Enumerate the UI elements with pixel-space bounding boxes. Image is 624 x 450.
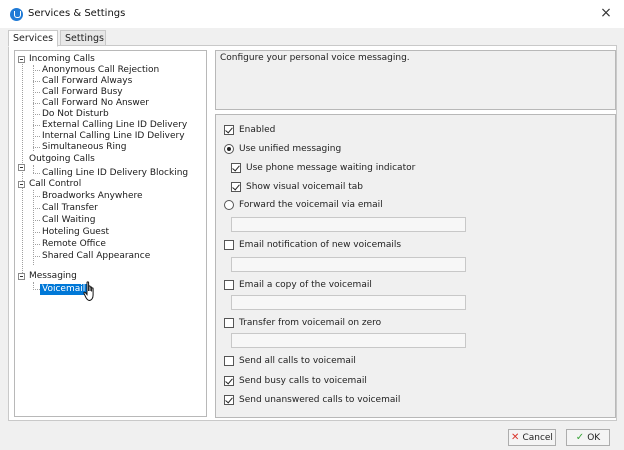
forward-email-input[interactable]: [231, 217, 466, 232]
email-notification-checkbox[interactable]: [224, 240, 234, 250]
hand-cursor-icon: [83, 281, 94, 301]
checkbox-label: Send unanswered calls to voicemail: [239, 395, 401, 405]
tree-item-incoming-calls[interactable]: Incoming Calls: [29, 54, 95, 65]
visual-tab-checkbox-row[interactable]: Show visual voicemail tab: [231, 181, 363, 193]
transfer-zero-checkbox-row[interactable]: Transfer from voicemail on zero: [224, 317, 381, 329]
checkbox-label: Use phone message waiting indicator: [246, 163, 416, 173]
waiting-indicator-checkbox-row[interactable]: Use phone message waiting indicator: [231, 162, 415, 174]
enabled-checkbox-row[interactable]: Enabled: [224, 124, 275, 136]
collapse-icon[interactable]: [18, 56, 25, 63]
checkbox-label: Show visual voicemail tab: [246, 182, 363, 192]
tree-item[interactable]: Call Forward Busy: [42, 87, 123, 98]
transfer-zero-input[interactable]: [231, 333, 466, 348]
cancel-button[interactable]: ✕ Cancel: [508, 429, 556, 446]
description-panel: Configure your personal voice messaging.: [215, 50, 616, 110]
checkbox-label: Email notification of new voicemails: [239, 240, 402, 250]
tab-settings[interactable]: Settings: [60, 30, 106, 46]
transfer-zero-checkbox[interactable]: [224, 318, 234, 328]
cancel-x-icon: ✕: [511, 432, 520, 443]
tree-item[interactable]: Broadworks Anywhere: [42, 191, 143, 202]
tree-item[interactable]: Simultaneous Ring: [42, 142, 126, 153]
send-all-checkbox-row[interactable]: Send all calls to voicemail: [224, 355, 356, 367]
collapse-icon[interactable]: [18, 164, 25, 171]
services-settings-window: Services & Settings × Services Settings …: [0, 0, 624, 450]
send-busy-checkbox[interactable]: [224, 376, 234, 386]
send-unanswered-checkbox[interactable]: [224, 395, 234, 405]
use-unified-radio[interactable]: [224, 144, 234, 154]
ok-check-icon: ✓: [575, 432, 585, 443]
collapse-icon[interactable]: [18, 273, 25, 280]
close-icon[interactable]: ×: [598, 5, 614, 21]
services-tree[interactable]: Incoming Calls Anonymous Call Rejection …: [14, 50, 207, 417]
tree-item[interactable]: Call Waiting: [42, 215, 95, 226]
waiting-indicator-checkbox[interactable]: [231, 163, 241, 173]
checkbox-label: Send busy calls to voicemail: [239, 376, 367, 386]
tree-item-call-control[interactable]: Call Control: [29, 179, 81, 190]
tree-item[interactable]: Internal Calling Line ID Delivery: [42, 131, 185, 142]
enabled-checkbox[interactable]: [224, 125, 234, 135]
radio-label: Forward the voicemail via email: [239, 200, 383, 210]
tree-item[interactable]: Do Not Disturb: [42, 109, 109, 120]
checkbox-label: Transfer from voicemail on zero: [239, 318, 382, 328]
tab-services[interactable]: Services: [8, 30, 58, 47]
email-copy-checkbox-row[interactable]: Email a copy of the voicemail: [224, 279, 372, 291]
tree-item[interactable]: Calling Line ID Delivery Blocking: [42, 168, 188, 179]
tree-item-voicemail[interactable]: Voicemail: [40, 284, 88, 295]
email-notification-checkbox-row[interactable]: Email notification of new voicemails: [224, 239, 401, 251]
checkbox-label: Enabled: [239, 125, 276, 135]
use-unified-radio-row[interactable]: Use unified messaging: [224, 143, 341, 155]
app-logo-icon: [10, 8, 23, 21]
tree-item[interactable]: Call Forward Always: [42, 76, 132, 87]
title-bar: Services & Settings ×: [0, 0, 624, 28]
voicemail-options-panel: Enabled Use unified messaging Use phone …: [215, 114, 616, 418]
tree-item[interactable]: Remote Office: [42, 239, 106, 250]
checkbox-label: Email a copy of the voicemail: [239, 280, 372, 290]
cancel-label: Cancel: [522, 432, 553, 443]
forward-email-radio-row[interactable]: Forward the voicemail via email: [224, 199, 383, 211]
tree-item[interactable]: Call Forward No Answer: [42, 98, 149, 109]
tree-item[interactable]: Hoteling Guest: [42, 227, 109, 238]
email-copy-checkbox[interactable]: [224, 280, 234, 290]
tree-item[interactable]: Shared Call Appearance: [42, 251, 150, 262]
window-title: Services & Settings: [28, 8, 126, 19]
email-notification-input[interactable]: [231, 257, 466, 272]
tree-item[interactable]: External Calling Line ID Delivery: [42, 120, 187, 131]
send-busy-checkbox-row[interactable]: Send busy calls to voicemail: [224, 375, 367, 387]
visual-tab-checkbox[interactable]: [231, 182, 241, 192]
radio-label: Use unified messaging: [239, 144, 342, 154]
tree-item-outgoing-calls[interactable]: Outgoing Calls: [29, 154, 95, 165]
checkbox-label: Send all calls to voicemail: [239, 356, 356, 366]
tree-item[interactable]: Anonymous Call Rejection: [42, 65, 159, 76]
tree-item[interactable]: Call Transfer: [42, 203, 98, 214]
send-all-checkbox[interactable]: [224, 356, 234, 366]
collapse-icon[interactable]: [18, 181, 25, 188]
ok-label: OK: [587, 432, 601, 443]
forward-email-radio[interactable]: [224, 200, 234, 210]
email-copy-input[interactable]: [231, 295, 466, 310]
tree-item-messaging[interactable]: Messaging: [29, 271, 77, 282]
ok-button[interactable]: ✓ OK: [566, 429, 610, 446]
send-unanswered-checkbox-row[interactable]: Send unanswered calls to voicemail: [224, 394, 400, 406]
